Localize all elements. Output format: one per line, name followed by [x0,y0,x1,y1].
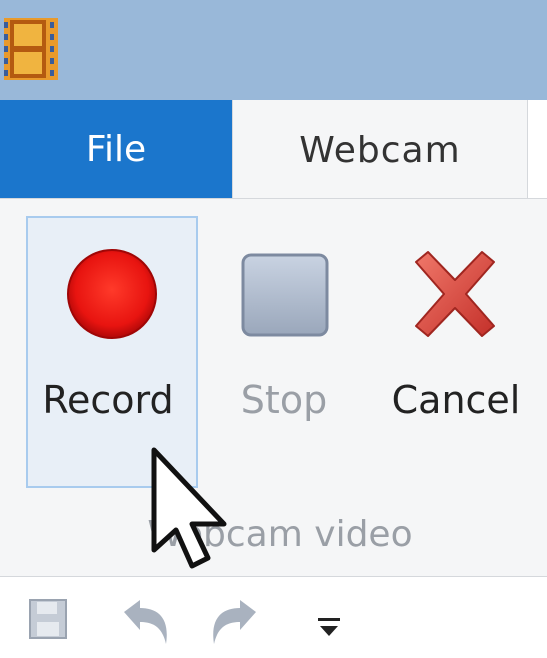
title-bar [0,0,547,100]
redo-icon[interactable] [206,598,262,648]
cancel-label: Cancel [391,378,521,422]
quick-access-toolbar [0,577,547,658]
record-label: Record [42,378,174,422]
stop-label: Stop [240,378,328,422]
tab-file-label: File [85,128,147,170]
save-icon[interactable] [28,598,68,640]
film-strip-icon[interactable] [4,18,58,80]
stop-square-icon [241,253,329,337]
group-label: Webcam video [147,514,413,555]
tab-file[interactable]: File [0,100,232,198]
record-circle-icon [67,249,157,339]
cancel-x-icon [415,251,495,337]
customize-toolbar-icon[interactable] [316,616,342,638]
tab-webcam-label: Webcam [299,129,461,171]
tab-webcam[interactable]: Webcam [232,100,528,200]
mouse-cursor [151,447,227,569]
undo-icon[interactable] [118,598,174,648]
